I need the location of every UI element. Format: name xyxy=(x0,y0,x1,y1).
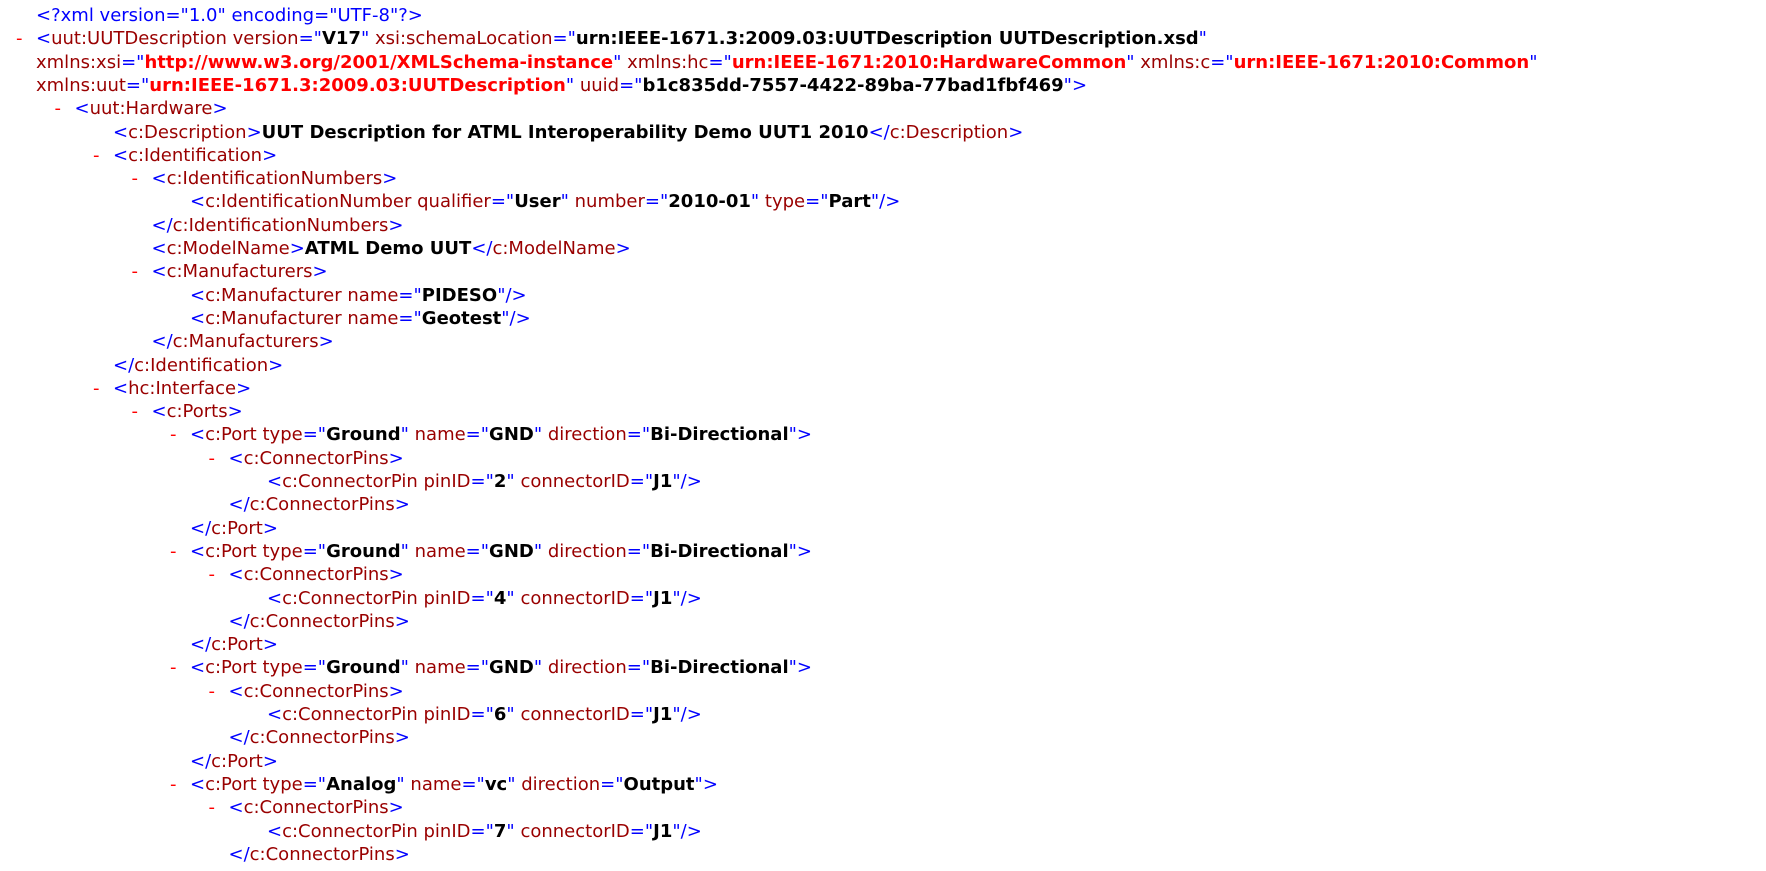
xml-line: </c:Port> xyxy=(0,633,1766,656)
xml-node-text: xmlns:uut="urn:IEEE-1671.3:2009.03:UUTDe… xyxy=(36,74,1088,96)
xml-node-text: </c:ConnectorPins> xyxy=(228,843,410,865)
xml-line: <c:IdentificationNumber qualifier="User"… xyxy=(0,190,1766,213)
xml-line: </c:Manufacturers> xyxy=(0,330,1766,353)
collapse-toggle[interactable]: - xyxy=(209,680,216,703)
xml-node-text: <c:Identification> xyxy=(113,144,278,166)
xml-node-text: </c:ConnectorPins> xyxy=(228,610,410,632)
xml-line: - <c:ConnectorPins> xyxy=(0,563,1766,586)
collapse-toggle[interactable]: - xyxy=(93,144,100,167)
xml-line: </c:Port> xyxy=(0,750,1766,773)
xml-node-text: <c:Manufacturers> xyxy=(151,261,328,283)
xml-node-text: <c:ConnectorPins> xyxy=(228,564,404,586)
xml-node-text: <uut:Hardware> xyxy=(74,98,228,120)
xml-node-text: <c:ConnectorPin pinID="2" connectorID="J… xyxy=(267,471,702,492)
xml-node-text: <c:Port type="Ground" name="GND" directi… xyxy=(190,424,812,446)
collapse-toggle[interactable]: - xyxy=(209,563,216,586)
collapse-toggle[interactable]: - xyxy=(209,447,216,470)
xml-line: <c:Manufacturer name="Geotest"/> xyxy=(0,307,1766,330)
xml-node-text: </c:IdentificationNumbers> xyxy=(151,214,404,236)
xml-node-text: </c:Port> xyxy=(190,517,278,539)
xml-line: - <uut:UUTDescription version="V17" xsi:s… xyxy=(0,27,1766,50)
collapse-toggle[interactable]: - xyxy=(170,656,177,679)
xml-node-text: <c:ConnectorPins> xyxy=(228,797,404,819)
xml-line: <c:Manufacturer name="PIDESO"/> xyxy=(0,284,1766,307)
collapse-toggle[interactable]: - xyxy=(132,260,139,283)
xml-line: xmlns:xsi="http://www.w3.org/2001/XMLSch… xyxy=(0,51,1766,74)
xml-node-text: </c:Manufacturers> xyxy=(151,331,334,353)
xml-node-text: <c:Ports> xyxy=(151,401,243,423)
xml-node-text: <c:ConnectorPins> xyxy=(228,447,404,469)
xml-line: - <c:ConnectorPins> xyxy=(0,447,1766,470)
xml-node-text: <c:IdentificationNumbers> xyxy=(151,168,398,190)
xml-line: <c:ConnectorPin pinID="6" connectorID="J… xyxy=(0,703,1766,726)
xml-node-text: <c:ModelName>ATML Demo UUT</c:ModelName> xyxy=(151,238,631,259)
xml-line: - <c:Port type="Ground" name="GND" direct… xyxy=(0,423,1766,446)
xml-node-text: <c:Manufacturer name="PIDESO"/> xyxy=(190,284,527,306)
xml-node-text: <c:ConnectorPins> xyxy=(228,680,404,702)
xml-line: - <c:Identification> xyxy=(0,144,1766,167)
xml-line: </c:Port> xyxy=(0,517,1766,540)
xml-line: </c:IdentificationNumbers> xyxy=(0,214,1766,237)
xml-line: - <c:Manufacturers> xyxy=(0,260,1766,283)
xml-line: </c:ConnectorPins> xyxy=(0,726,1766,749)
xml-node-text: <c:ConnectorPin pinID="4" connectorID="J… xyxy=(267,587,702,609)
xml-line: </c:ConnectorPins> xyxy=(0,493,1766,516)
xml-node-text: </c:ConnectorPins> xyxy=(228,727,410,749)
xml-line: </c:ConnectorPins> xyxy=(0,610,1766,633)
xml-node-text: <c:ConnectorPin pinID="7" connectorID="J… xyxy=(267,820,702,842)
collapse-toggle[interactable]: - xyxy=(55,97,62,120)
collapse-toggle[interactable]: - xyxy=(170,773,177,796)
xml-line: </c:Identification> xyxy=(0,354,1766,377)
xml-node-text: <c:Port type="Ground" name="GND" directi… xyxy=(190,540,812,562)
xml-line: <c:Description>UUT Description for ATML … xyxy=(0,121,1766,144)
xml-node-text: <c:ConnectorPin pinID="6" connectorID="J… xyxy=(267,704,702,725)
xml-line: - <hc:Interface> xyxy=(0,377,1766,400)
xml-node-text: </c:Identification> xyxy=(113,354,284,376)
xml-line: - <c:Port type="Ground" name="GND" direct… xyxy=(0,540,1766,563)
xml-line: <c:ConnectorPin pinID="7" connectorID="J… xyxy=(0,820,1766,843)
xml-line: - <c:Port type="Analog" name="vc" directi… xyxy=(0,773,1766,796)
xml-line: - <c:IdentificationNumbers> xyxy=(0,167,1766,190)
xml-node-text: </c:ConnectorPins> xyxy=(228,494,410,516)
xml-line: <c:ModelName>ATML Demo UUT</c:ModelName> xyxy=(0,237,1766,260)
xml-line: <c:ConnectorPin pinID="4" connectorID="J… xyxy=(0,587,1766,610)
xml-line: <c:ConnectorPin pinID="2" connectorID="J… xyxy=(0,470,1766,493)
xml-line: - <c:Ports> xyxy=(0,400,1766,423)
xml-node-text: <uut:UUTDescription version="V17" xsi:sc… xyxy=(36,28,1207,50)
xml-node-text: <hc:Interface> xyxy=(113,377,252,399)
xml-node-text: <c:Manufacturer name="Geotest"/> xyxy=(190,307,531,329)
xml-node-text: </c:Port> xyxy=(190,750,278,772)
xml-line: - <c:ConnectorPins> xyxy=(0,796,1766,819)
xml-line: </c:ConnectorPins> xyxy=(0,843,1766,866)
xml-node-text: </c:Port> xyxy=(190,634,278,656)
xml-node-text: <?xml version="1.0" encoding="UTF-8"?> xyxy=(36,5,423,26)
collapse-toggle[interactable]: - xyxy=(132,167,139,190)
xml-node-text: xmlns:xsi="http://www.w3.org/2001/XMLSch… xyxy=(36,51,1538,73)
xml-line: - <c:ConnectorPins> xyxy=(0,680,1766,703)
collapse-toggle[interactable]: - xyxy=(16,27,23,50)
xml-line: - <uut:Hardware> xyxy=(0,97,1766,120)
xml-line: xmlns:uut="urn:IEEE-1671.3:2009.03:UUTDe… xyxy=(0,74,1766,97)
xml-node-text: <c:Port type="Analog" name="vc" directio… xyxy=(190,773,718,795)
collapse-toggle[interactable]: - xyxy=(170,423,177,446)
collapse-toggle[interactable]: - xyxy=(93,377,100,400)
xml-node-text: <c:Port type="Ground" name="GND" directi… xyxy=(190,657,812,679)
xml-node-text: <c:Description>UUT Description for ATML … xyxy=(113,121,1024,143)
xml-line: <?xml version="1.0" encoding="UTF-8"?> xyxy=(0,4,1766,27)
collapse-toggle[interactable]: - xyxy=(132,400,139,423)
collapse-toggle[interactable]: - xyxy=(170,540,177,563)
xml-node-text: <c:IdentificationNumber qualifier="User"… xyxy=(190,191,901,213)
xml-line: - <c:Port type="Ground" name="GND" direct… xyxy=(0,656,1766,679)
collapse-toggle[interactable]: - xyxy=(209,796,216,819)
